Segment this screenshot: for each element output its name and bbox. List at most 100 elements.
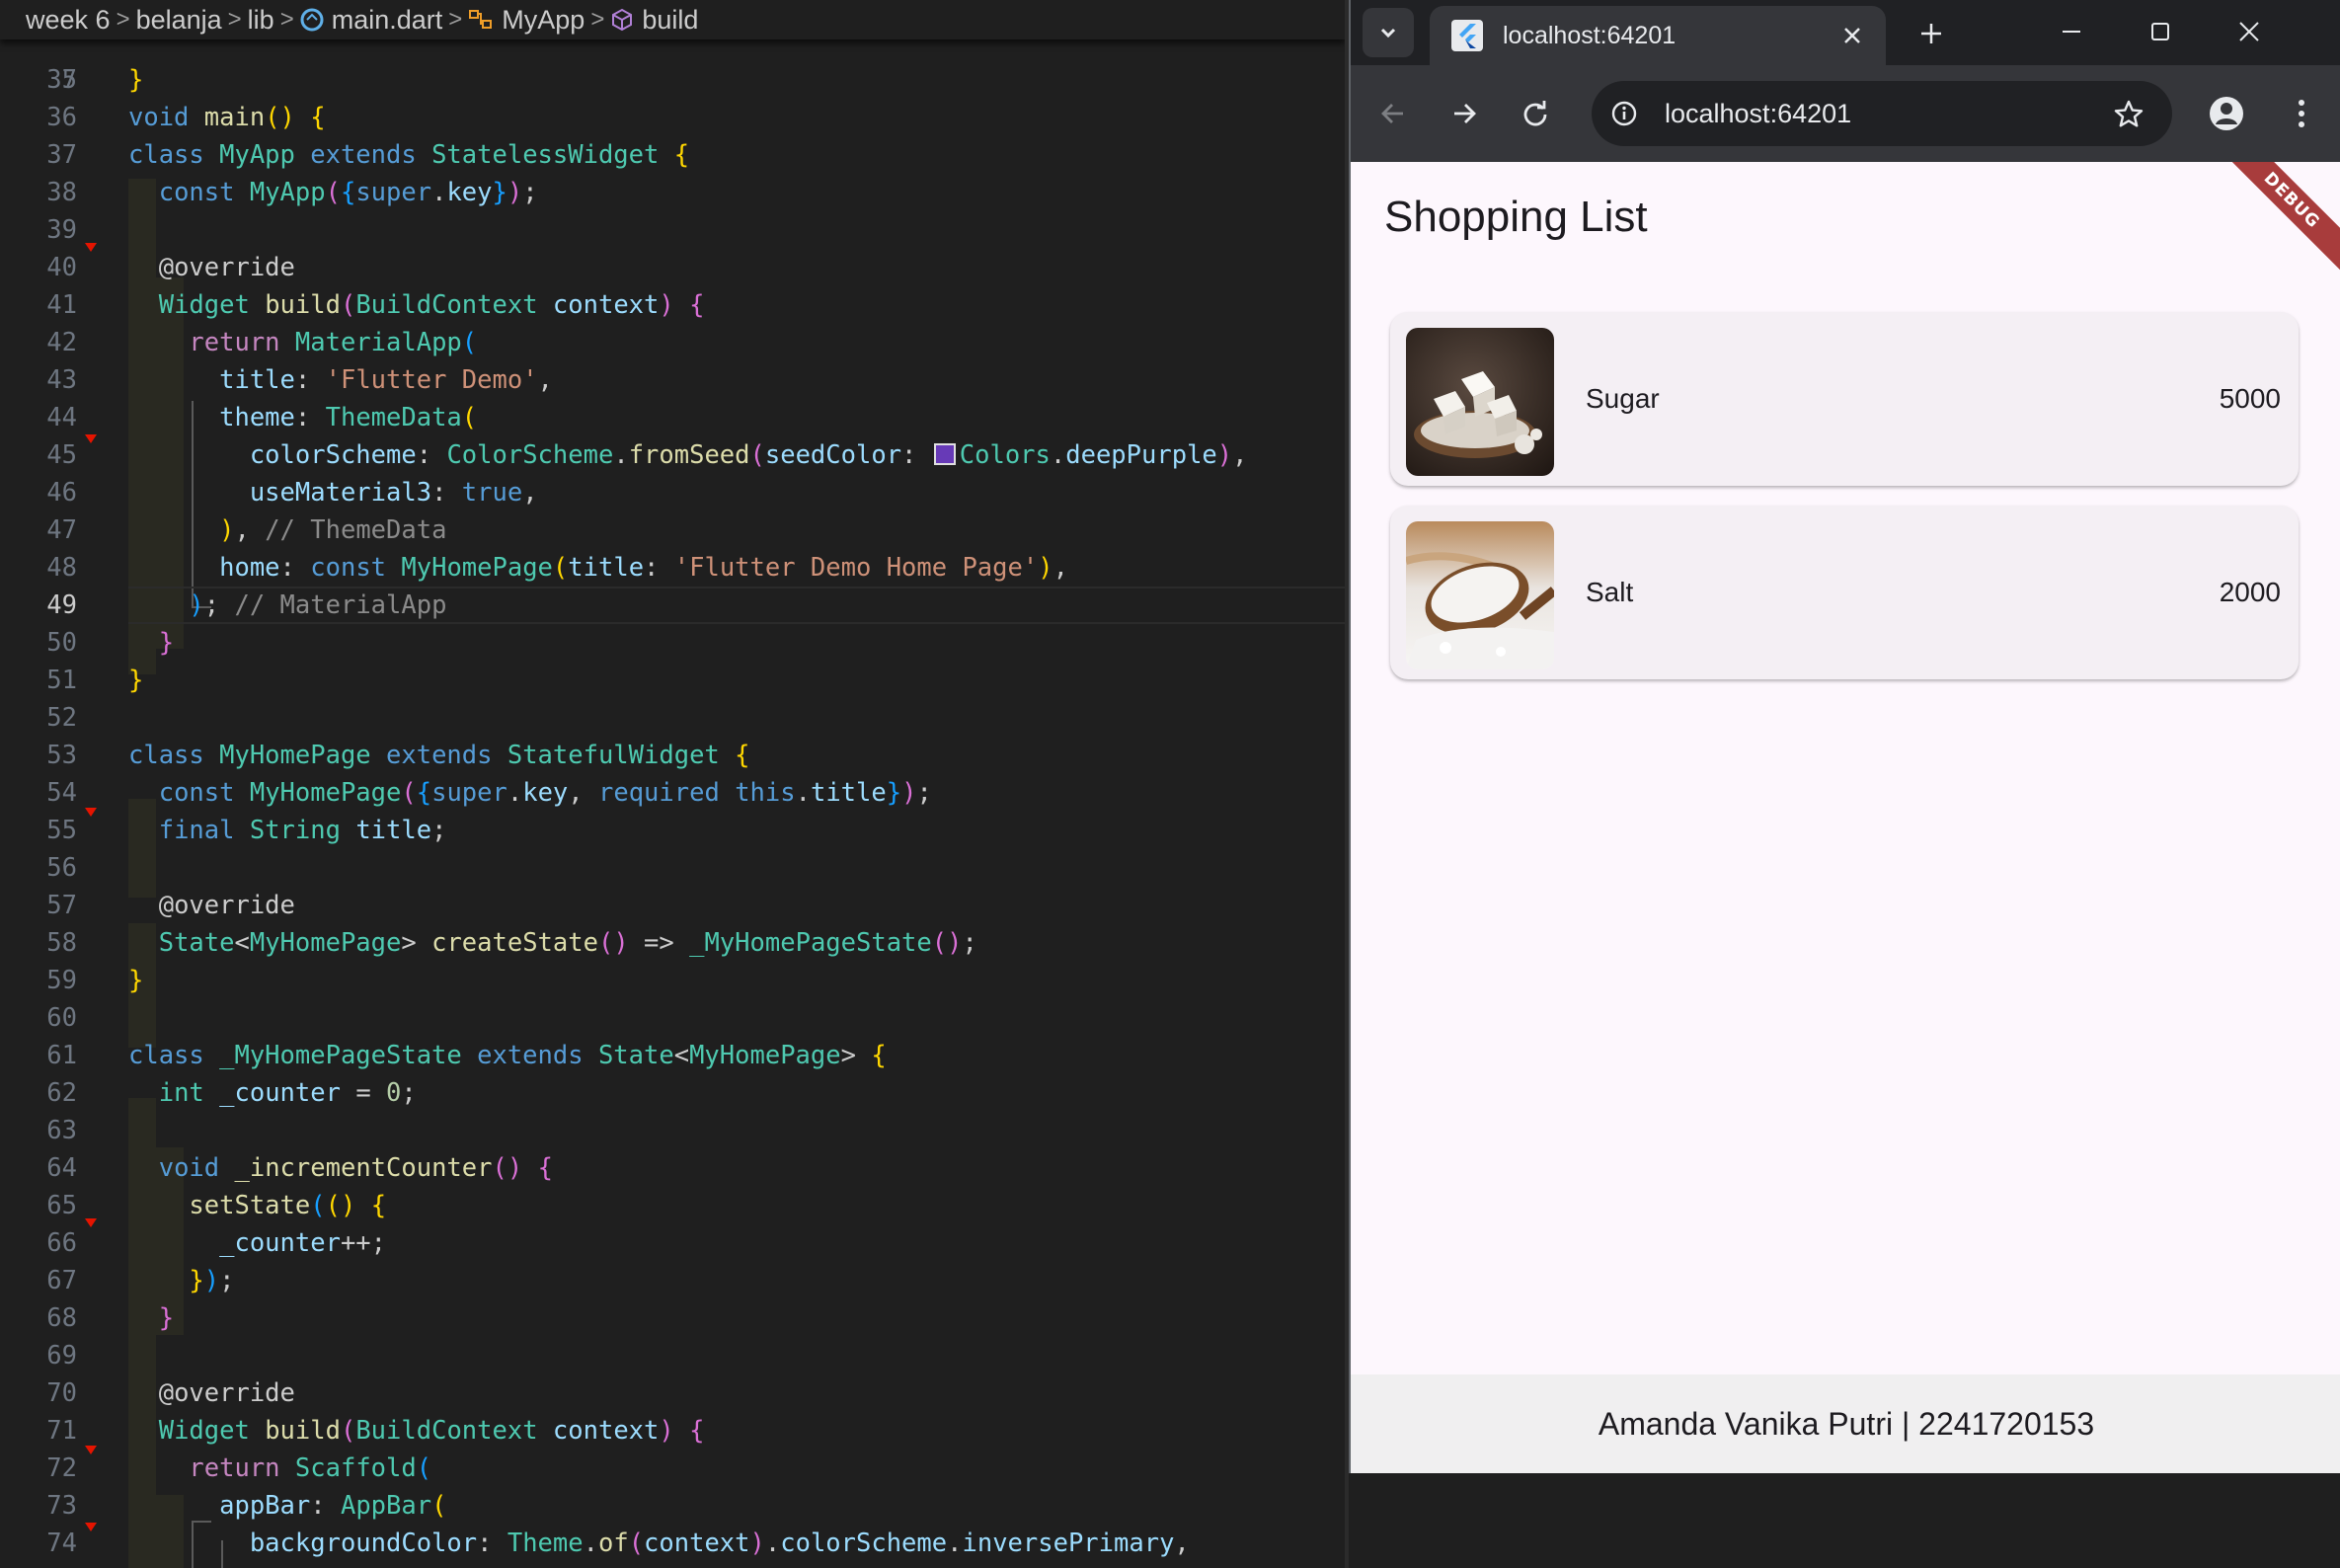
reload-button[interactable] [1511,89,1560,138]
line-number: 51 [46,666,77,695]
code-line: 50 } [0,624,1345,662]
code-text: Widget build(BuildContext context) { [158,290,705,320]
code-line: 73 appBar: AppBar( [0,1487,1345,1525]
breadcrumb-item-folder[interactable]: belanja [136,5,222,36]
maximize-icon [2151,23,2169,40]
color-swatch-icon[interactable] [933,443,956,465]
new-tab-button[interactable] [1911,14,1951,53]
code-line: 36 [0,99,1345,136]
code-text: return Scaffold( [189,1453,432,1483]
back-button[interactable] [1368,89,1418,138]
code-text: } [128,966,144,995]
breadcrumb-item-folder[interactable]: lib [248,5,274,36]
minimize-button[interactable] [2032,8,2111,55]
footer-text: Amanda Vanika Putri | 2241720153 [1598,1405,2095,1442]
breadcrumb: week 6 > belanja > lib > main.dart > MyA… [0,0,1345,39]
profile-button[interactable] [2202,89,2251,138]
line-number: 37 [46,140,77,170]
kebab-menu-icon [2299,100,2304,127]
arrow-right-icon [1454,104,1476,123]
browser-tab[interactable]: localhost:64201 [1430,6,1886,71]
dart-icon [300,8,324,32]
code-text: colorScheme: ColorScheme.fromSeed(seedCo… [249,440,1248,470]
code-text: @override [158,253,295,282]
close-window-button[interactable] [2210,8,2289,55]
item-name: Salt [1586,577,1634,607]
address-text: localhost:64201 [1665,99,1852,128]
code-text: setState(() { [189,1191,387,1220]
code-text: backgroundColor: Theme.of(context).color… [249,1529,1190,1558]
line-number: 40 [46,253,77,282]
code-text: } [128,666,144,695]
code-line: 62 int _counter = 0; [0,1074,1345,1112]
chevron-down-icon [1380,28,1396,39]
breadcrumb-item-folder[interactable]: week 6 [26,5,111,36]
code-line: 38 const MyApp({super.key}); [0,174,1345,211]
code-text: const MyApp({super.key}); [158,178,538,207]
line-number: 45 [46,440,77,470]
line-number: 63 [46,1116,77,1145]
code-line: 66 _counter++; [0,1224,1345,1262]
class-icon [469,10,493,29]
item-name: Sugar [1586,383,1660,414]
line-number: 53 [46,741,77,770]
line-number: 74 [46,1529,77,1558]
line-number: 73 [46,1491,77,1521]
breadcrumb-label: MyApp [502,4,585,35]
code-line: 58 State<MyHomePage> createState() => _M… [0,924,1345,962]
line-number: 59 [46,966,77,995]
browser-menu-button[interactable] [2277,89,2326,138]
code-line: 61 class _MyHomePageState extends State<M… [0,1037,1345,1074]
browser-window: localhost:64201 localhost:64201 Shopping… [1349,0,2340,1473]
breadcrumb-label: week 6 [26,4,111,35]
tab-close-button[interactable] [1836,20,1868,51]
close-icon [1844,28,1860,43]
code-line: 54 const MyHomePage({super.key, required… [0,774,1345,812]
info-icon [1611,101,1637,126]
breadcrumb-label: lib [247,4,274,35]
line-number: 70 [46,1378,77,1408]
code-line: 63 [0,1112,1345,1149]
breadcrumb-item-file[interactable]: main.dart [300,5,442,36]
breadcrumb-item-class[interactable]: MyApp [468,5,585,36]
maximize-button[interactable] [2121,8,2200,55]
address-bar[interactable]: localhost:64201 [1592,81,2172,146]
code-line: 48 home: const MyHomePage(title: 'Flutte… [0,549,1345,587]
line-number: 68 [46,1303,77,1333]
code-text: const MyHomePage({super.key, required th… [158,778,932,808]
tab-search-button[interactable] [1363,8,1414,57]
code-line: 55 final String title; [0,812,1345,849]
code-line: 52 [0,699,1345,737]
chevron-right-icon: > [448,6,463,33]
list-item[interactable]: Sugar 5000 [1390,312,2299,486]
line-number: 69 [46,1341,77,1371]
list-item[interactable]: Salt 2000 [1390,506,2299,679]
code-line-current: 49 ); // MaterialApp [0,587,1345,624]
forward-button[interactable] [1440,89,1489,138]
code-line: 71 Widget build(BuildContext context) { [0,1412,1345,1450]
code-text: } [158,628,175,658]
sugar-image [1406,328,1554,476]
chevron-right-icon: > [279,6,294,33]
code-text: } [158,1303,175,1333]
breadcrumb-item-method[interactable]: build [610,5,698,36]
code-line: 53 class MyHomePage extends StatefulWidge… [0,737,1345,774]
salt-image [1406,521,1554,669]
code-text: ), // ThemeData [219,515,447,545]
code-text: class _MyHomePageState extends State<MyH… [128,1041,887,1070]
code-line: 45 colorScheme: ColorScheme.fromSeed(see… [0,436,1345,474]
breadcrumb-label: belanja [135,4,222,35]
code-editor[interactable]: week 6 > belanja > lib > main.dart > MyA… [0,0,1345,1568]
line-number: 67 [46,1266,77,1295]
flutter-icon [1451,20,1483,51]
item-price: 2000 [2219,577,2281,607]
code-line: 59} [0,962,1345,999]
chevron-right-icon: > [590,6,605,33]
debug-banner: DEBUG [2208,162,2340,284]
site-info-button[interactable] [1605,95,1643,132]
code-line: 72 return Scaffold( [0,1450,1345,1487]
line-number: 48 [46,553,77,583]
bookmark-button[interactable] [2109,95,2148,134]
code-line: 74 backgroundColor: Theme.of(context).co… [0,1525,1345,1562]
line-number: 62 [46,1078,77,1108]
